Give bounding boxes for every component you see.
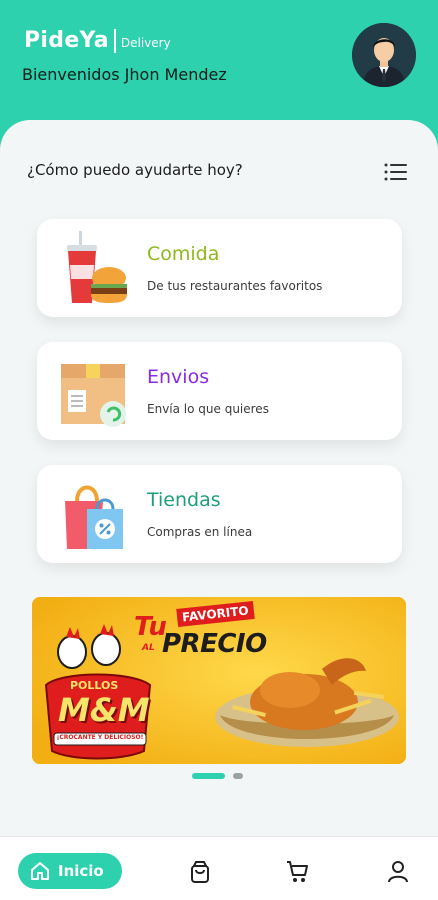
shopping-bag-icon <box>57 477 131 551</box>
brand-subtitle: Delivery <box>120 35 171 50</box>
welcome-text: Bienvenidos Jhon Mendez <box>22 65 227 84</box>
home-icon <box>31 862 49 880</box>
brand-logo: PideYa Delivery <box>24 28 171 53</box>
service-card-envios[interactable]: Envios Envía lo que quieres <box>37 342 402 440</box>
nav-orders-button[interactable] <box>188 860 212 884</box>
nav-profile-button[interactable] <box>386 860 410 884</box>
package-icon <box>57 354 131 428</box>
avatar[interactable] <box>352 23 416 87</box>
cart-icon <box>287 861 308 882</box>
banner-headline-precio: PRECIO <box>162 629 267 659</box>
service-card-comida[interactable]: Comida De tus restaurantes favoritos <box>37 219 402 317</box>
app-header: PideYa Delivery Bienvenidos Jhon Mendez <box>0 0 438 130</box>
user-avatar-icon <box>352 23 416 87</box>
nav-home-button[interactable]: Inicio <box>18 853 122 889</box>
brand-divider <box>113 28 116 53</box>
brand-name: PideYa <box>24 28 109 53</box>
carousel-indicator <box>192 773 243 779</box>
shopping-bag-icon <box>191 861 209 883</box>
user-icon <box>388 861 408 883</box>
carousel-dot[interactable] <box>233 773 243 779</box>
service-title: Tiendas <box>147 489 221 511</box>
service-title: Envios <box>147 366 210 388</box>
nav-cart-button[interactable] <box>286 860 310 884</box>
main-content: ¿Cómo puedo ayudarte hoy? Comida De tus … <box>0 120 438 836</box>
banner-headline-al: AL <box>142 643 155 653</box>
list-menu-icon[interactable] <box>384 162 408 182</box>
service-card-tiendas[interactable]: Tiendas Compras en línea <box>37 465 402 563</box>
bottom-nav: Inicio <box>0 836 438 900</box>
service-description: Compras en línea <box>147 525 253 539</box>
carousel-dot-active[interactable] <box>192 773 225 779</box>
help-question: ¿Cómo puedo ayudarte hoy? <box>27 161 243 179</box>
food-icon <box>57 231 131 305</box>
service-title: Comida <box>147 243 220 265</box>
nav-home-label: Inicio <box>58 862 104 880</box>
banner-brand-main: M&M <box>58 691 150 729</box>
service-description: De tus restaurantes favoritos <box>147 279 323 293</box>
banner-brand-tagline: ¡CROCANTE Y DELICIOSO! <box>56 734 144 741</box>
promo-banner[interactable]: Tu FAVORITO AL PRECIO POLLOS M&M ¡CROCAN… <box>32 597 406 764</box>
service-description: Envía lo que quieres <box>147 402 269 416</box>
